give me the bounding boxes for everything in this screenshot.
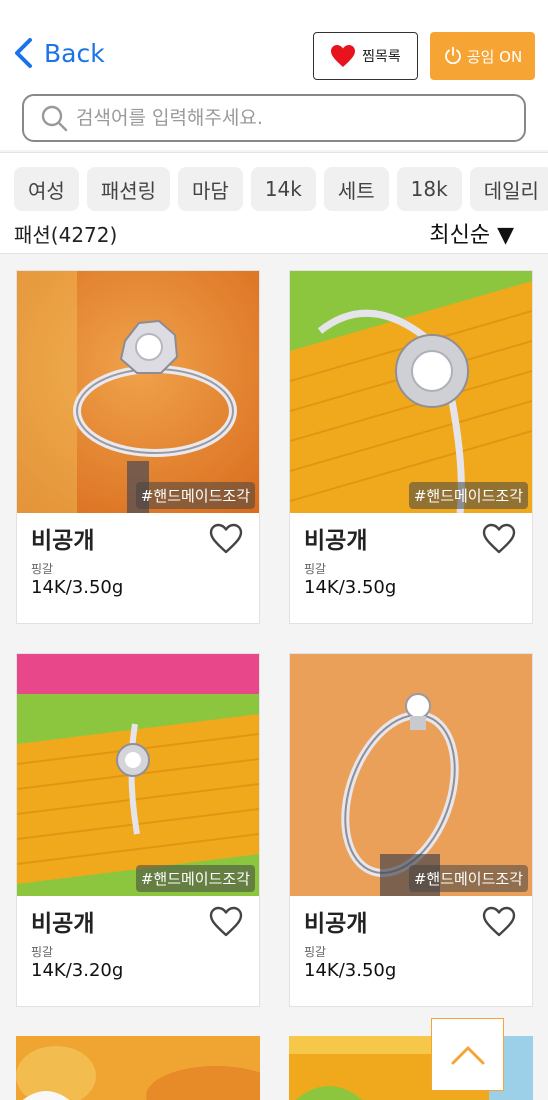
sort-dropdown[interactable]: 최신순 ▼ bbox=[429, 217, 514, 249]
chip-madam[interactable]: 마담 bbox=[178, 167, 243, 211]
product-tag: #핸드메이드조각 bbox=[408, 865, 528, 892]
chip-14k[interactable]: 14k bbox=[250, 167, 316, 211]
product-spec: 14K/3.50g bbox=[31, 577, 124, 598]
search-input[interactable] bbox=[76, 107, 496, 129]
rose-ring-photo bbox=[17, 271, 259, 513]
wishlist-button[interactable]: 찜목록 bbox=[313, 32, 418, 80]
power-icon bbox=[444, 46, 461, 65]
chip-18k[interactable]: 18k bbox=[396, 167, 462, 211]
search-box[interactable] bbox=[22, 94, 526, 142]
chevron-left-icon bbox=[15, 38, 32, 68]
filter-bar: 여성 패션링 마담 14k 세트 18k 데일리 패션(4272) 최신순 ▼ bbox=[0, 152, 548, 254]
halo-ring-photo bbox=[290, 271, 532, 513]
product-material: 핑갈 bbox=[304, 945, 327, 959]
product-card[interactable]: #핸드메이드조각 비공개 핑갈 14K/3.50g bbox=[16, 270, 260, 624]
product-image[interactable]: #핸드메이드조각 bbox=[290, 271, 532, 513]
heart-outline-icon[interactable] bbox=[209, 906, 243, 938]
scroll-to-top-button[interactable] bbox=[431, 1018, 504, 1091]
back-button[interactable]: Back bbox=[12, 34, 105, 72]
solitaire-ring-photo bbox=[290, 654, 532, 896]
product-spec: 14K/3.50g bbox=[304, 577, 397, 598]
partial-product-image bbox=[16, 1036, 260, 1100]
chip-daily[interactable]: 데일리 bbox=[469, 167, 548, 211]
product-card[interactable]: #핸드메이드조각 비공개 핑갈 14K/3.50g bbox=[289, 270, 533, 624]
product-material: 핑갈 bbox=[31, 945, 54, 959]
heart-outline-icon[interactable] bbox=[482, 523, 516, 555]
product-tag: #핸드메이드조각 bbox=[135, 865, 255, 892]
product-card[interactable]: #핸드메이드조각 비공개 핑갈 14K/3.20g bbox=[16, 653, 260, 1007]
halo-ring-pink-photo bbox=[17, 654, 259, 896]
chip-female[interactable]: 여성 bbox=[14, 167, 79, 211]
chip-set[interactable]: 세트 bbox=[323, 167, 389, 211]
category-chips: 여성 패션링 마담 14k 세트 18k 데일리 bbox=[14, 167, 548, 211]
product-image[interactable]: #핸드메이드조각 bbox=[17, 654, 259, 896]
product-material: 핑갈 bbox=[304, 562, 327, 576]
heart-outline-icon[interactable] bbox=[209, 523, 243, 555]
search-icon bbox=[41, 105, 68, 132]
product-image[interactable]: #핸드메이드조각 bbox=[17, 271, 259, 513]
product-name: 비공개 bbox=[31, 911, 95, 937]
wishlist-label: 찜목록 bbox=[362, 49, 401, 65]
back-label: Back bbox=[44, 38, 105, 68]
product-name: 비공개 bbox=[31, 528, 95, 554]
chip-fashion-ring[interactable]: 패션링 bbox=[86, 167, 171, 211]
product-tag: #핸드메이드조각 bbox=[408, 482, 528, 509]
public-toggle-button[interactable]: 공임 ON bbox=[430, 32, 535, 80]
product-image[interactable]: #핸드메이드조각 bbox=[290, 654, 532, 896]
product-spec: 14K/3.20g bbox=[31, 960, 124, 981]
product-card-partial[interactable] bbox=[16, 1036, 260, 1100]
heart-filled-icon bbox=[331, 45, 356, 67]
product-name: 비공개 bbox=[304, 911, 368, 937]
top-bar: Back 찜목록 공임 ON bbox=[0, 0, 548, 150]
product-name: 비공개 bbox=[304, 528, 368, 554]
result-count: 패션(4272) bbox=[14, 223, 118, 247]
public-label: 공임 ON bbox=[466, 47, 523, 66]
product-tag: #핸드메이드조각 bbox=[135, 482, 255, 509]
heart-outline-icon[interactable] bbox=[482, 906, 516, 938]
product-spec: 14K/3.50g bbox=[304, 960, 397, 981]
product-card[interactable]: #핸드메이드조각 비공개 핑갈 14K/3.50g bbox=[289, 653, 533, 1007]
product-material: 핑갈 bbox=[31, 562, 54, 576]
chevron-up-icon bbox=[451, 1046, 484, 1064]
